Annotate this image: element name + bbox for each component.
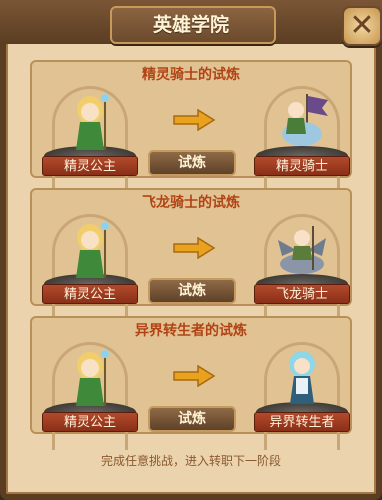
elf-princess-portrait — [76, 94, 109, 150]
to-class-label: 飞龙骑士 — [254, 284, 350, 304]
trial-title: 异界转生者的试炼 — [135, 323, 247, 339]
trial-button[interactable]: 试炼 — [148, 278, 236, 304]
close-icon: ✕ — [349, 8, 375, 43]
trial-panel-elf-knight: 精灵骑士的试炼 精灵公主 试炼 精灵骑士 — [30, 60, 352, 194]
trial-panel-reincarnator: 异界转生者的试炼 精灵公主 试炼 异界转生者 — [30, 316, 352, 450]
elf-princess-portrait — [76, 222, 109, 278]
dragon-knight-portrait — [278, 226, 326, 274]
reincarnator-portrait — [289, 351, 315, 404]
elf-princess-portrait — [76, 350, 109, 406]
to-class-label: 精灵骑士 — [254, 156, 350, 176]
window-title: 英雄学院 — [152, 14, 229, 36]
trial-title: 精灵骑士的试炼 — [142, 67, 240, 83]
arrow-right-icon — [173, 364, 216, 388]
to-class-label: 异界转生者 — [254, 412, 350, 432]
trial-title: 飞龙骑士的试炼 — [142, 195, 240, 211]
from-class-label: 精灵公主 — [42, 284, 138, 304]
elf-knight-portrait — [282, 94, 328, 146]
arrow-right-icon — [173, 108, 216, 132]
close-button[interactable]: ✕ — [342, 6, 382, 46]
from-class-label: 精灵公主 — [42, 156, 138, 176]
arrow-right-icon — [173, 236, 216, 260]
footer-hint: 完成任意挑战，进入转职下一阶段 — [100, 454, 281, 468]
trial-button[interactable]: 试炼 — [148, 150, 236, 176]
trial-button[interactable]: 试炼 — [148, 406, 236, 432]
from-class-label: 精灵公主 — [42, 412, 138, 432]
trial-panel-dragon-knight: 飞龙骑士的试炼 精灵公主 试炼 飞龙骑士 — [30, 188, 352, 322]
